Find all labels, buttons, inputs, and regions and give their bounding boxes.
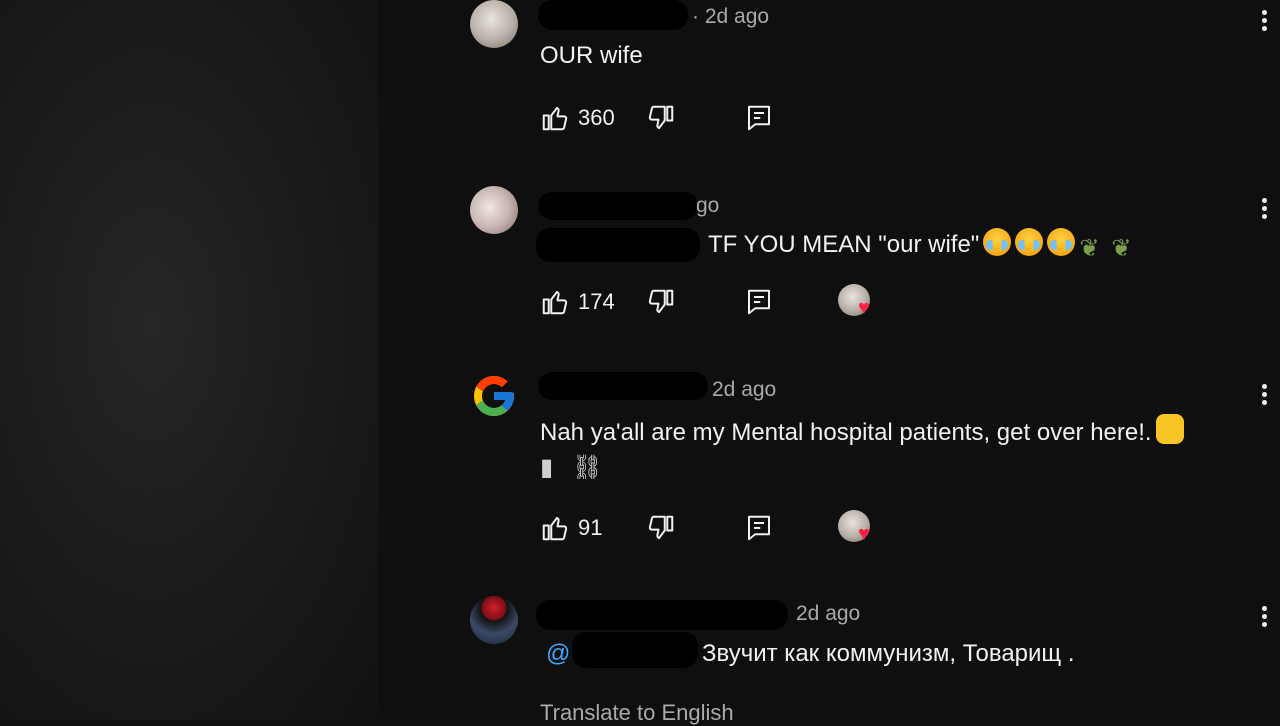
google-logo-icon[interactable] — [470, 372, 518, 420]
redacted-username — [536, 600, 788, 630]
thumbs-up-icon — [542, 290, 568, 315]
avatar[interactable] — [470, 0, 518, 48]
more-vert-icon[interactable] — [1262, 198, 1268, 222]
like-button[interactable]: 174 — [540, 284, 615, 320]
translate-link[interactable]: Translate to English — [540, 700, 734, 726]
redacted-username — [538, 192, 698, 220]
comment-timestamp: 2d ago — [712, 378, 777, 401]
comments-panel: · 2d ago OUR wife 360 go TF YOU MEAN "ou… — [378, 0, 1280, 725]
redacted-username — [538, 372, 708, 400]
comment-body: Nah ya'all are my Mental hospital patien… — [540, 419, 1152, 446]
raised-fist-icon — [1155, 414, 1184, 444]
like-button[interactable]: 360 — [540, 100, 615, 136]
comment-text: OUR wife — [540, 42, 643, 69]
heart-icon: ♥ — [858, 523, 870, 545]
pill-icon: ▮ — [540, 454, 554, 481]
mention-at[interactable]: @ — [546, 640, 570, 668]
like-button[interactable]: 91 — [540, 510, 602, 546]
reply-icon — [748, 289, 770, 315]
thumbs-up-icon — [542, 516, 568, 541]
thumbs-up-icon — [542, 106, 568, 131]
crying-face-icon — [1015, 228, 1044, 256]
thumbs-down-icon — [648, 105, 674, 130]
like-count: 91 — [578, 515, 603, 540]
dislike-button[interactable] — [646, 284, 676, 320]
creator-heart: ♥ — [838, 282, 878, 322]
wilted-rose-icon: ❦ — [1111, 235, 1132, 262]
chain-link-icon: ⛓ — [572, 454, 603, 481]
comment-text-line2: ▮ ⛓ — [540, 450, 603, 482]
more-vert-icon[interactable] — [1262, 384, 1268, 408]
comment-body: TF YOU MEAN "our wife" — [708, 231, 980, 258]
more-vert-icon[interactable] — [1262, 606, 1268, 630]
avatar[interactable] — [470, 186, 518, 234]
dislike-button[interactable] — [646, 100, 676, 136]
comment-timestamp: go — [696, 194, 720, 217]
crying-face-icon — [1047, 228, 1076, 256]
reply-icon — [748, 105, 770, 131]
avatar[interactable] — [470, 596, 518, 644]
thumbs-down-icon — [648, 515, 674, 540]
comment-timestamp: 2d ago — [796, 602, 861, 625]
google-logo-icon — [474, 376, 514, 416]
thumbs-down-icon — [648, 289, 674, 314]
wilted-rose-icon: ❦ — [1079, 235, 1100, 262]
redacted-mention — [536, 228, 700, 262]
like-count: 174 — [578, 289, 615, 314]
reply-button[interactable] — [744, 284, 774, 320]
reply-button[interactable] — [744, 100, 774, 136]
dislike-button[interactable] — [646, 510, 676, 546]
comment-text: TF YOU MEAN "our wife" ❦ ❦ — [708, 228, 1139, 263]
more-vert-icon[interactable] — [1262, 10, 1268, 34]
redacted-mention — [572, 632, 698, 668]
reply-button[interactable] — [744, 510, 774, 546]
comment-timestamp: · 2d ago — [692, 5, 770, 28]
creator-heart: ♥ — [838, 508, 878, 548]
like-count: 360 — [578, 105, 615, 130]
video-player-area — [0, 0, 378, 720]
heart-icon: ♥ — [858, 297, 870, 319]
comment-text: Звучит как коммунизм, Товарищ . — [702, 640, 1075, 667]
comment-text: Nah ya'all are my Mental hospital patien… — [540, 414, 1184, 447]
reply-icon — [748, 515, 770, 541]
redacted-username — [538, 0, 688, 30]
crying-face-icon — [983, 228, 1012, 256]
